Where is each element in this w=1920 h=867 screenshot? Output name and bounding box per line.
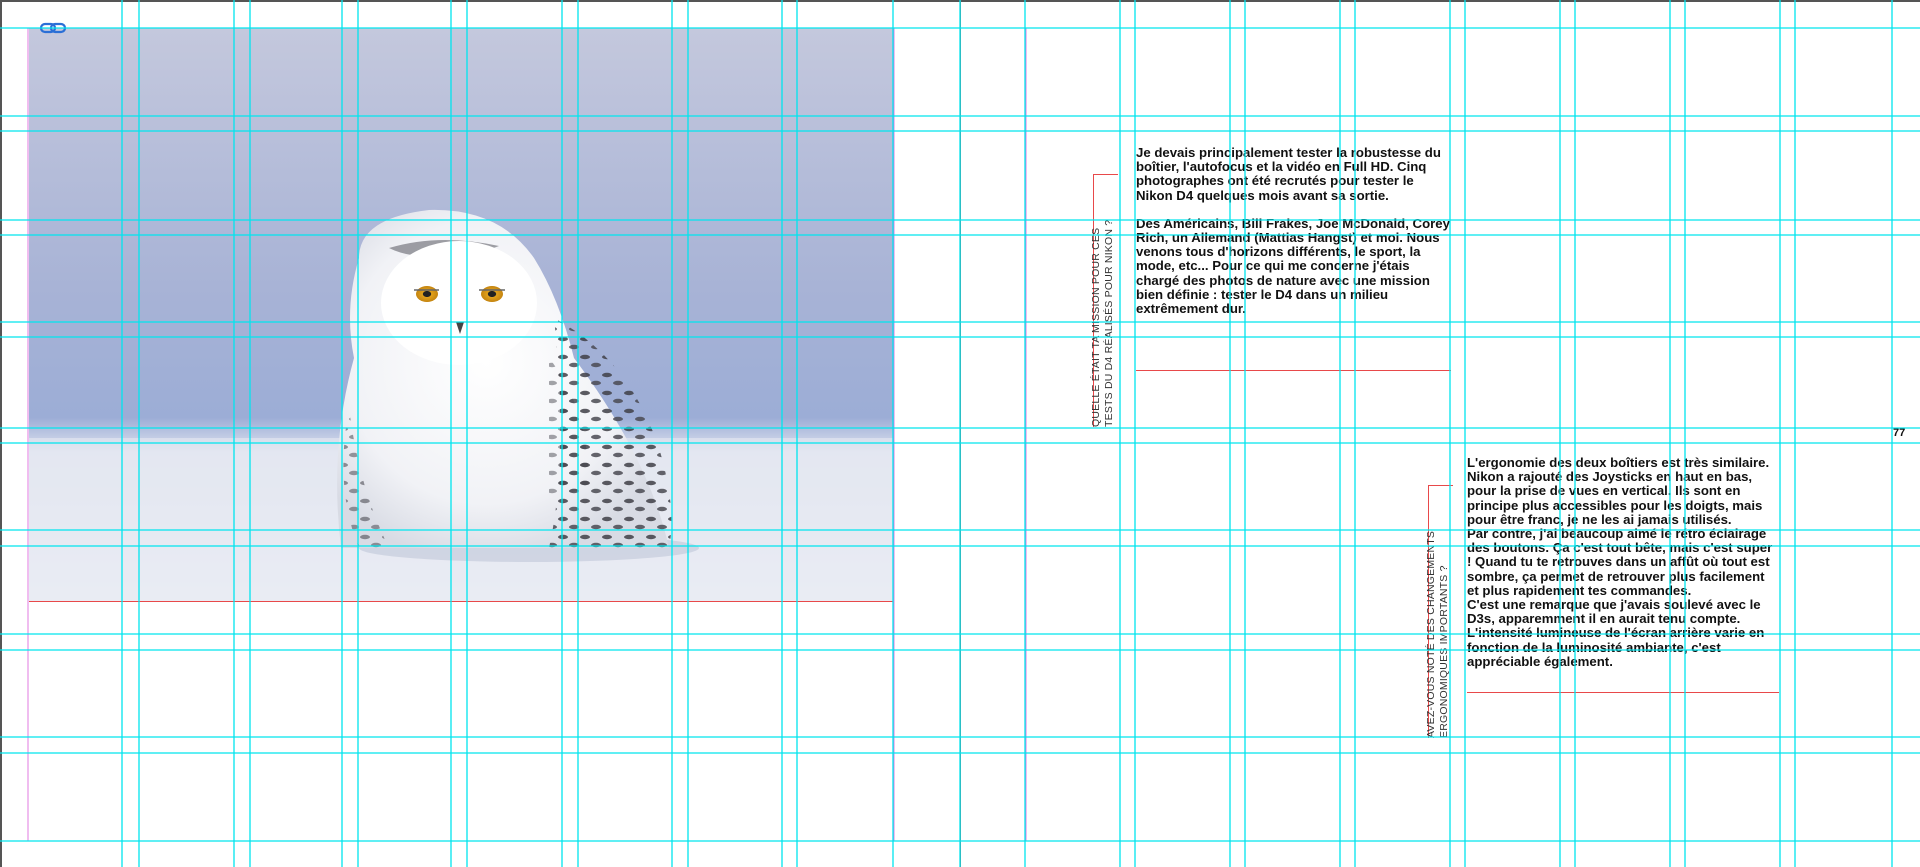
answer-1-paragraph: Des Américains, Bill Frakes, Joe McDonal…	[1136, 215, 1450, 317]
owl-photo-frame[interactable]	[29, 28, 894, 601]
pasteboard-edge-left	[0, 0, 2, 867]
question-1-line-2: TESTS DU D4 RÉALISÉS POUR NIKON ?	[1103, 219, 1115, 427]
spread-spine	[960, 0, 961, 867]
question-2-line-2: ERGONOMIQUES IMPORTANTS ?	[1438, 565, 1450, 738]
question-2-line-1: AVEZ-VOUS NOTÉ DES CHANGEMENTS	[1425, 530, 1437, 738]
answer-2-paragraph: L'ergonomie des deux boîtiers est très s…	[1467, 455, 1770, 527]
snowy-owl-image	[29, 28, 894, 601]
q2-frame-top-edge	[1428, 485, 1453, 486]
page-number: 77	[1893, 427, 1906, 439]
answer-2-text-frame[interactable]: L'ergonomie des deux boîtiers est très s…	[1467, 455, 1779, 669]
answer-2-paragraph: Par contre, j'ai beaucoup aimé le rétro …	[1467, 526, 1773, 598]
answer1-frame-bottom-edge	[1136, 370, 1451, 371]
answer-1-paragraph: Je devais principalement tester la robus…	[1136, 145, 1441, 203]
answer-1-text-frame[interactable]: Je devais principalement tester la robus…	[1136, 145, 1454, 317]
answer2-frame-bottom-edge	[1467, 692, 1779, 693]
question-1-line-1: QUELLE ÉTAIT TA MISSION POUR CES	[1090, 227, 1102, 427]
q1-frame-top-edge	[1093, 174, 1118, 175]
photo-frame-bottom-edge	[29, 601, 894, 602]
answer-2-paragraph: C'est une remarque que j'avais soulevé a…	[1467, 597, 1765, 669]
chain-link-icon[interactable]	[40, 20, 66, 36]
question-1-rotated-text[interactable]: QUELLE ÉTAIT TA MISSION POUR CES TESTS D…	[1090, 220, 1116, 427]
question-2-rotated-text[interactable]: AVEZ-VOUS NOTÉ DES CHANGEMENTS ERGONOMIQ…	[1425, 531, 1451, 738]
layout-canvas[interactable]: QUELLE ÉTAIT TA MISSION POUR CES TESTS D…	[0, 0, 1920, 867]
